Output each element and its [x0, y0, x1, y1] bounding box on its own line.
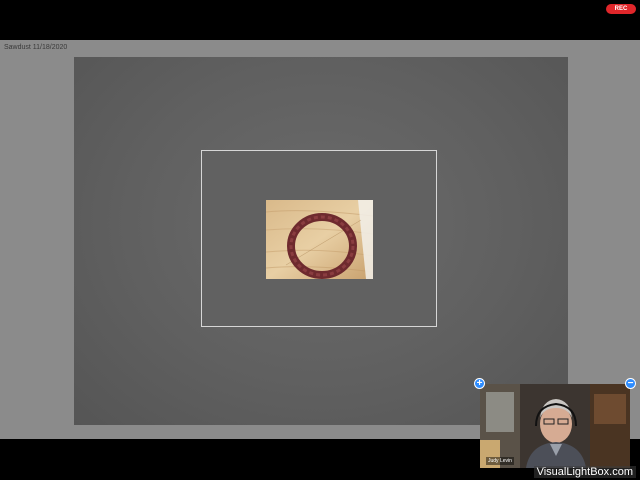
wood-photo-icon [266, 200, 373, 279]
watermark-text: VisualLightBox.com [533, 466, 636, 478]
bowl-ring-photo [266, 200, 373, 279]
participant-name-label: Judy Levin [486, 457, 514, 465]
shared-screen-title: Sawdust 11/18/2020 [4, 44, 68, 51]
meeting-window: REC Sawdust 11/18/2020 Judy Levin + − Vi… [0, 0, 640, 480]
minus-icon[interactable]: − [625, 378, 636, 389]
plus-icon[interactable]: + [474, 378, 485, 389]
participant-video-icon [480, 384, 630, 468]
recording-badge: REC [606, 4, 636, 14]
participant-video-tile[interactable]: Judy Levin [480, 384, 630, 468]
